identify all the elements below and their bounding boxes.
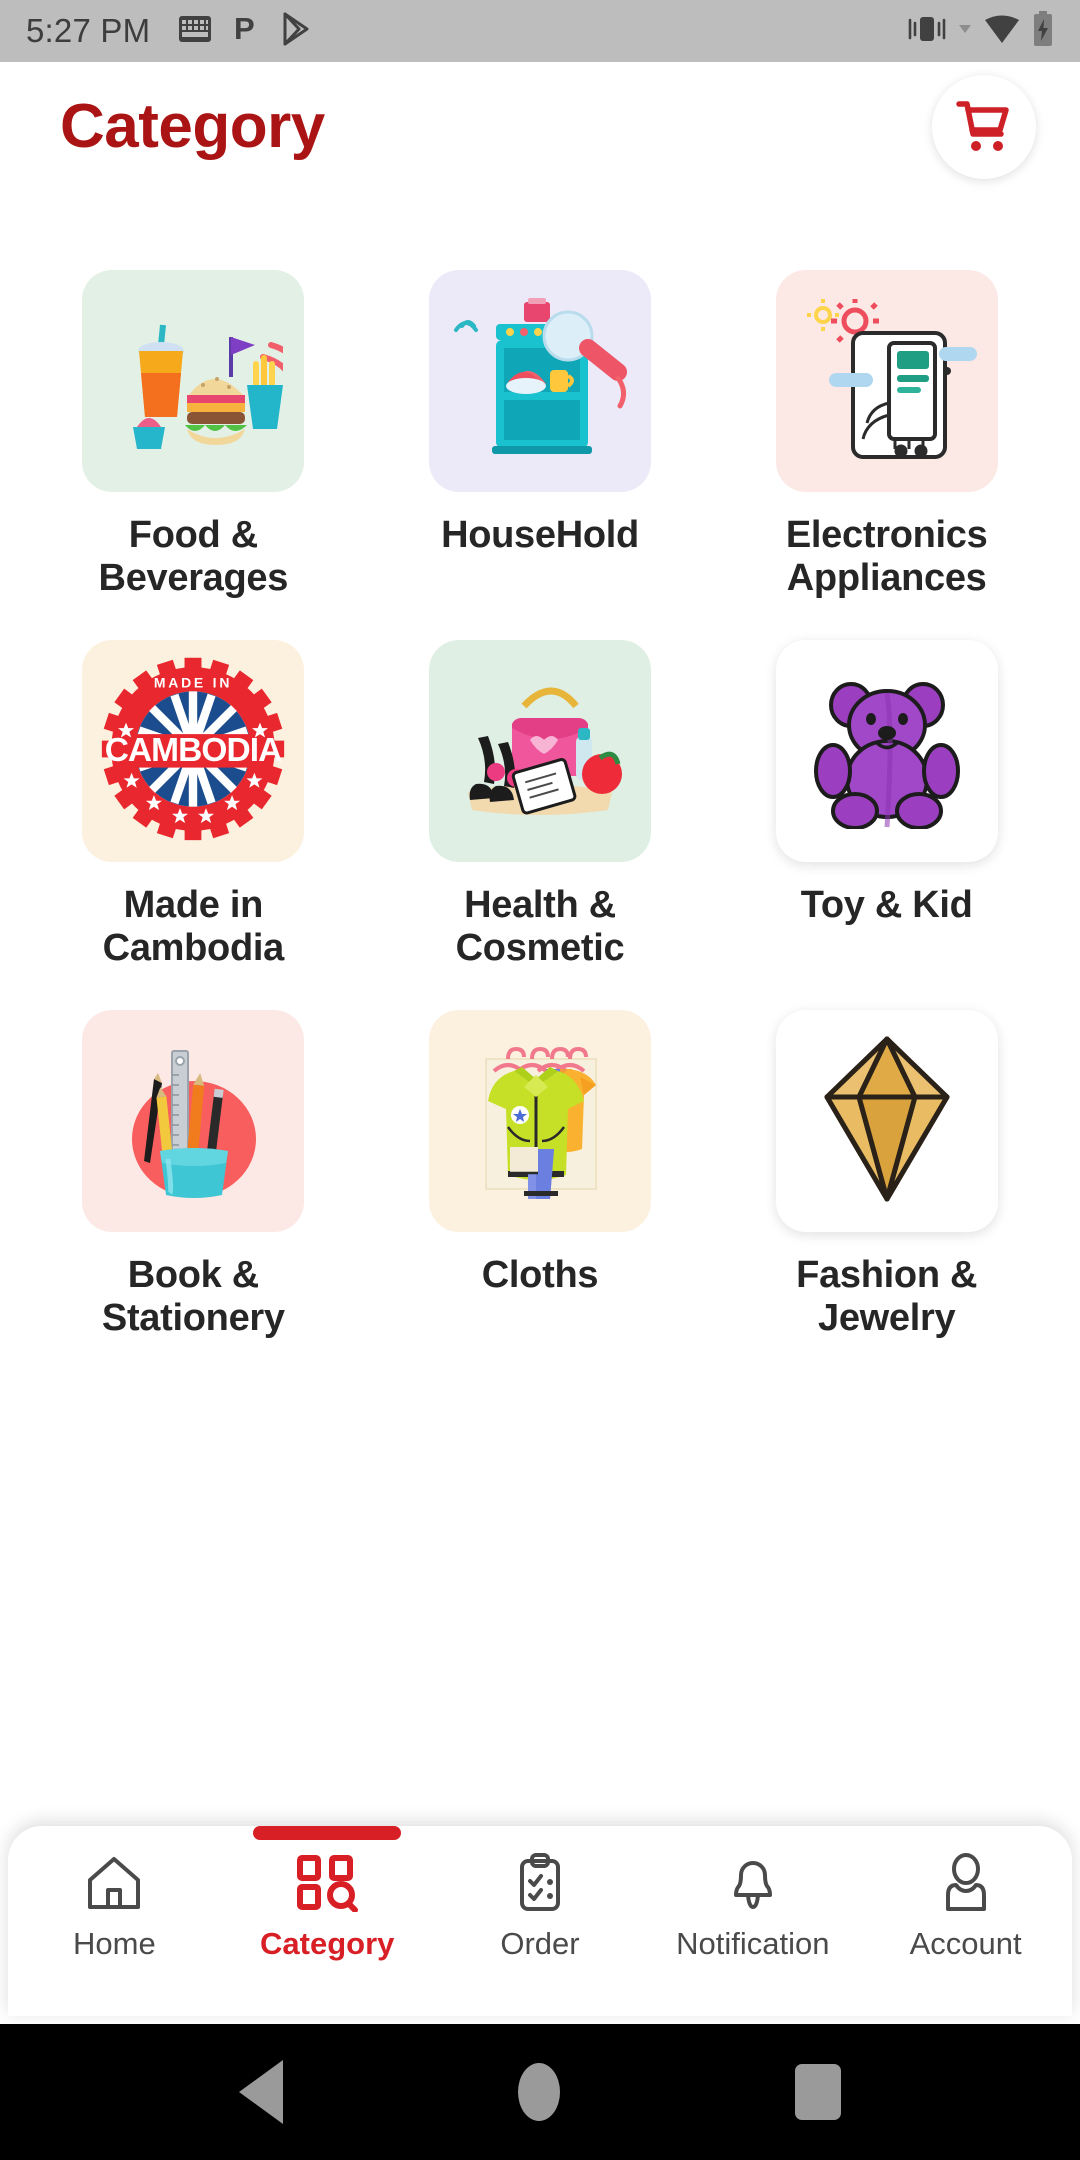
category-item-cloths[interactable]: Cloths: [367, 1010, 714, 1380]
health-cosmetic-illustration: [450, 666, 630, 836]
cart-button[interactable]: [932, 75, 1036, 179]
electronics-illustration: [797, 297, 977, 464]
household-illustration: [452, 296, 628, 466]
category-grid: Food & Beverages HouseHold Electronics A…: [0, 270, 1080, 1850]
category-tile[interactable]: [82, 270, 305, 492]
category-tile[interactable]: [82, 1010, 305, 1232]
category-label: Cloths: [481, 1254, 599, 1296]
status-bar-clock: 5:27 PM: [26, 12, 151, 49]
category-item-fashion-jewelry[interactable]: Fashion & Jewelry: [713, 1010, 1060, 1380]
wifi-icon: [982, 13, 1022, 50]
svg-text:P: P: [234, 12, 255, 46]
dropdown-caret-icon: [958, 22, 972, 40]
category-tile[interactable]: [428, 1010, 651, 1232]
diamond-illustration: [807, 1033, 967, 1210]
nav-item-account[interactable]: Account: [859, 1852, 1072, 1962]
grid-search-icon: [296, 1852, 359, 1914]
recents-button[interactable]: [795, 2064, 841, 2120]
app-header: Category: [0, 62, 1080, 192]
vibrate-icon: [906, 12, 948, 51]
parking-p-icon: P: [234, 11, 260, 51]
status-bar-left-icons: P: [178, 11, 312, 51]
stationery-illustration: [106, 1031, 281, 1211]
nav-item-order[interactable]: Order: [434, 1852, 647, 1962]
svg-text:CAMBODIA: CAMBODIA: [105, 732, 282, 769]
category-label: HouseHold: [441, 514, 639, 556]
nav-item-category[interactable]: Category: [221, 1826, 434, 1962]
nav-item-home[interactable]: Home: [8, 1852, 221, 1962]
clothes-illustration: [450, 1031, 630, 1211]
category-tile[interactable]: [428, 640, 651, 862]
back-button[interactable]: [239, 2060, 283, 2124]
page-title: Category: [60, 92, 325, 161]
category-item-household[interactable]: HouseHold: [367, 270, 714, 640]
android-navigation-bar: [0, 2024, 1080, 2160]
category-tile[interactable]: [775, 1010, 998, 1232]
home-icon: [84, 1852, 144, 1914]
category-item-health-cosmetic[interactable]: Health & Cosmetic: [367, 640, 714, 1010]
category-tile[interactable]: [775, 640, 998, 862]
home-button[interactable]: [518, 2063, 560, 2121]
made-in-cambodia-badge: CAMBODIA MADE IN: [100, 656, 286, 847]
teddy-bear-illustration: [807, 669, 967, 834]
nav-label: Order: [500, 1926, 580, 1961]
bottom-navigation-bar: Home Category Order Notification Account: [8, 1826, 1072, 2016]
category-item-made-in-cambodia[interactable]: CAMBODIA MADE IN Made in Cambodia: [20, 640, 367, 1010]
category-label: Food & Beverages: [98, 514, 289, 599]
bell-icon: [724, 1852, 782, 1914]
category-tile[interactable]: CAMBODIA MADE IN: [82, 640, 305, 862]
keyboard-icon: [178, 15, 212, 48]
battery-charging-icon: [1032, 10, 1054, 52]
category-label: Book & Stationery: [101, 1254, 285, 1339]
food-beverages-illustration: [103, 299, 303, 464]
svg-text:MADE IN: MADE IN: [154, 674, 232, 690]
nav-label: Home: [73, 1926, 156, 1961]
clipboard-icon: [512, 1852, 568, 1914]
active-tab-indicator: [253, 1826, 402, 1840]
category-item-book-stationery[interactable]: Book & Stationery: [20, 1010, 367, 1380]
category-tile[interactable]: [428, 270, 651, 492]
status-bar-right-icons: [906, 10, 1054, 52]
nav-label: Notification: [676, 1926, 830, 1961]
nav-item-notification[interactable]: Notification: [646, 1852, 859, 1962]
app-screen: 5:27 PM P Category Food & Beverages Hous…: [0, 0, 1080, 2160]
category-item-electronics-appliances[interactable]: Electronics Appliances: [713, 270, 1060, 640]
category-label: Toy & Kid: [800, 884, 973, 926]
nav-label: Category: [260, 1926, 395, 1961]
play-store-icon: [282, 12, 312, 51]
category-item-toy-kid[interactable]: Toy & Kid: [713, 640, 1060, 1010]
person-icon: [938, 1852, 994, 1914]
shopping-cart-icon: [954, 96, 1014, 159]
category-label: Health & Cosmetic: [455, 884, 625, 969]
android-status-bar: 5:27 PM P: [0, 0, 1080, 62]
category-tile[interactable]: [775, 270, 998, 492]
nav-label: Account: [909, 1926, 1022, 1961]
category-label: Electronics Appliances: [785, 514, 988, 599]
category-label: Made in Cambodia: [102, 884, 285, 969]
category-label: Fashion & Jewelry: [796, 1254, 978, 1339]
category-item-food-beverages[interactable]: Food & Beverages: [20, 270, 367, 640]
